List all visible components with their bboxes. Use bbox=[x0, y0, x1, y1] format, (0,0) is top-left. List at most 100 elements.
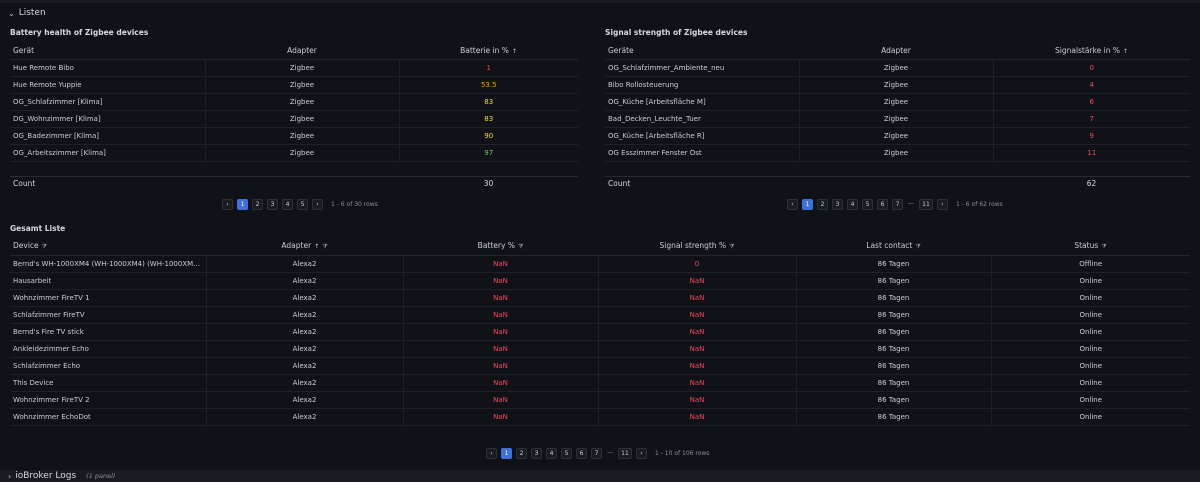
cell-battery: NaN bbox=[403, 408, 599, 426]
cell-device: This Device bbox=[10, 374, 207, 392]
page-button-2[interactable]: 2 bbox=[516, 448, 527, 459]
cell-signal: NaN bbox=[598, 408, 797, 426]
table-row: DG_Wohnzimmer [Klima] Zigbee 83 bbox=[10, 110, 578, 128]
prev-page-button[interactable]: ‹ bbox=[787, 199, 798, 210]
filter-icon[interactable]: ⧩ bbox=[518, 243, 523, 250]
page-button-4[interactable]: 4 bbox=[282, 199, 293, 210]
count-value: 30 bbox=[483, 179, 494, 188]
page-button-1[interactable]: 1 bbox=[501, 448, 512, 459]
cell-signal: 4 bbox=[993, 76, 1190, 94]
count-row: Count 30 bbox=[10, 176, 578, 190]
cell-battery: 83 bbox=[399, 93, 578, 111]
next-page-button[interactable]: › bbox=[312, 199, 323, 210]
cell-device: Wohnzimmer FireTV 1 bbox=[10, 289, 207, 307]
page-button-2[interactable]: 2 bbox=[252, 199, 263, 210]
cell-signal: NaN bbox=[598, 323, 797, 341]
column-header-device[interactable]: Gerät bbox=[10, 42, 205, 60]
prev-page-button[interactable]: ‹ bbox=[222, 199, 233, 210]
column-header-signal[interactable]: Signalstärke in % ↑ bbox=[993, 42, 1190, 60]
cell-adapter: Alexa2 bbox=[206, 357, 404, 375]
filter-icon[interactable]: ⧩ bbox=[729, 243, 734, 250]
table-row: Bernd's Fire TV stick Alexa2 NaN NaN 86 Tage… bbox=[10, 323, 1190, 341]
panel-title: Battery health of Zigbee devices bbox=[10, 28, 149, 37]
filter-icon[interactable]: ⧩ bbox=[915, 243, 920, 250]
cell-adapter: Zigbee bbox=[205, 127, 400, 145]
page-button-last[interactable]: 11 bbox=[618, 448, 632, 459]
next-page-button[interactable]: › bbox=[937, 199, 948, 210]
cell-battery: 97 bbox=[399, 144, 578, 162]
page-button-1[interactable]: 1 bbox=[802, 199, 813, 210]
cell-adapter: Alexa2 bbox=[206, 323, 404, 341]
column-header-adapter[interactable]: Adapter bbox=[205, 42, 399, 60]
cell-adapter: Alexa2 bbox=[206, 340, 404, 358]
page-button-4[interactable]: 4 bbox=[847, 199, 858, 210]
cell-status: Offline bbox=[991, 255, 1190, 273]
table-row: Wohnzimmer FireTV 1 Alexa2 NaN NaN 86 Tagen O… bbox=[10, 289, 1190, 307]
cell-signal: NaN bbox=[598, 391, 797, 409]
row-title: ioBroker Logs bbox=[15, 471, 77, 481]
gesamt-table: Device ⧩ Adapter ↑ ⧩ Battery % ⧩ Signal stre… bbox=[10, 238, 1190, 426]
filter-icon[interactable]: ⧩ bbox=[1101, 243, 1106, 250]
cell-battery: 1 bbox=[399, 59, 578, 77]
table-row: OG_Küche [Arbeitsfläche M] Zigbee 6 bbox=[605, 93, 1190, 111]
cell-last-contact: 86 Tagen bbox=[796, 306, 992, 324]
filter-icon[interactable]: ⧩ bbox=[42, 243, 47, 250]
column-header-adapter[interactable]: Adapter bbox=[799, 42, 993, 60]
signal-table: Geräte Adapter Signalstärke in % ↑ OG_Sch… bbox=[605, 42, 1190, 162]
cell-signal: NaN bbox=[598, 374, 797, 392]
page-button-4[interactable]: 4 bbox=[546, 448, 557, 459]
bottom-row-bar bbox=[0, 470, 1200, 482]
filter-icon[interactable]: ⧩ bbox=[322, 243, 327, 250]
column-header-last-contact[interactable]: Last contact ⧩ bbox=[796, 238, 991, 256]
cell-device: Hue Remote Yuppie bbox=[10, 76, 206, 94]
column-header-status[interactable]: Status ⧩ bbox=[991, 238, 1190, 256]
row-header-listen[interactable]: ⌄ Listen bbox=[8, 8, 46, 18]
cell-signal: 7 bbox=[993, 110, 1190, 128]
cell-battery: 83 bbox=[399, 110, 578, 128]
page-button-6[interactable]: 6 bbox=[877, 199, 888, 210]
cell-signal: NaN bbox=[598, 340, 797, 358]
page-button-2[interactable]: 2 bbox=[817, 199, 828, 210]
cell-battery: NaN bbox=[403, 357, 599, 375]
cell-last-contact: 86 Tagen bbox=[796, 255, 992, 273]
column-header-battery[interactable]: Batterie in % ↑ bbox=[399, 42, 578, 60]
cell-signal: 0 bbox=[993, 59, 1190, 77]
next-page-button[interactable]: › bbox=[636, 448, 647, 459]
prev-page-button[interactable]: ‹ bbox=[486, 448, 497, 459]
page-button-3[interactable]: 3 bbox=[267, 199, 278, 210]
page-button-7[interactable]: 7 bbox=[892, 199, 903, 210]
column-header-adapter[interactable]: Adapter ↑ ⧩ bbox=[206, 238, 403, 256]
top-divider bbox=[0, 0, 1200, 3]
page-button-5[interactable]: 5 bbox=[862, 199, 873, 210]
page-button-5[interactable]: 5 bbox=[561, 448, 572, 459]
cell-status: Online bbox=[991, 272, 1190, 290]
column-header-device[interactable]: Device ⧩ bbox=[10, 238, 206, 256]
cell-battery: NaN bbox=[403, 272, 599, 290]
column-header-device[interactable]: Geräte bbox=[605, 42, 799, 60]
cell-adapter: Zigbee bbox=[205, 59, 400, 77]
column-header-signal[interactable]: Signal strength % ⧩ bbox=[598, 238, 796, 256]
page-button-7[interactable]: 7 bbox=[591, 448, 602, 459]
row-header-iobroker-logs[interactable]: › ioBroker Logs (1 panel) bbox=[8, 471, 115, 481]
cell-battery: NaN bbox=[403, 255, 599, 273]
page-button-1[interactable]: 1 bbox=[237, 199, 248, 210]
column-header-battery[interactable]: Battery % ⧩ bbox=[403, 238, 598, 256]
cell-adapter: Alexa2 bbox=[206, 272, 404, 290]
page-button-last[interactable]: 11 bbox=[919, 199, 933, 210]
cell-status: Online bbox=[991, 408, 1190, 426]
page-button-3[interactable]: 3 bbox=[832, 199, 843, 210]
cell-device: OG_Schlafzimmer_Ambiente_neu bbox=[605, 59, 800, 77]
ellipsis-icon: ··· bbox=[908, 201, 914, 208]
page-button-3[interactable]: 3 bbox=[531, 448, 542, 459]
cell-last-contact: 86 Tagen bbox=[796, 323, 992, 341]
cell-status: Online bbox=[991, 357, 1190, 375]
sort-up-icon: ↑ bbox=[314, 243, 320, 251]
cell-adapter: Alexa2 bbox=[206, 306, 404, 324]
cell-adapter: Alexa2 bbox=[206, 289, 404, 307]
cell-device: Schlafzimmer Echo bbox=[10, 357, 207, 375]
page-button-6[interactable]: 6 bbox=[576, 448, 587, 459]
cell-signal: NaN bbox=[598, 306, 797, 324]
page-button-5[interactable]: 5 bbox=[297, 199, 308, 210]
gesamt-panel: Gesamt Liste Device ⧩ Adapter ↑ ⧩ Battery %… bbox=[10, 224, 1190, 464]
cell-status: Online bbox=[991, 391, 1190, 409]
